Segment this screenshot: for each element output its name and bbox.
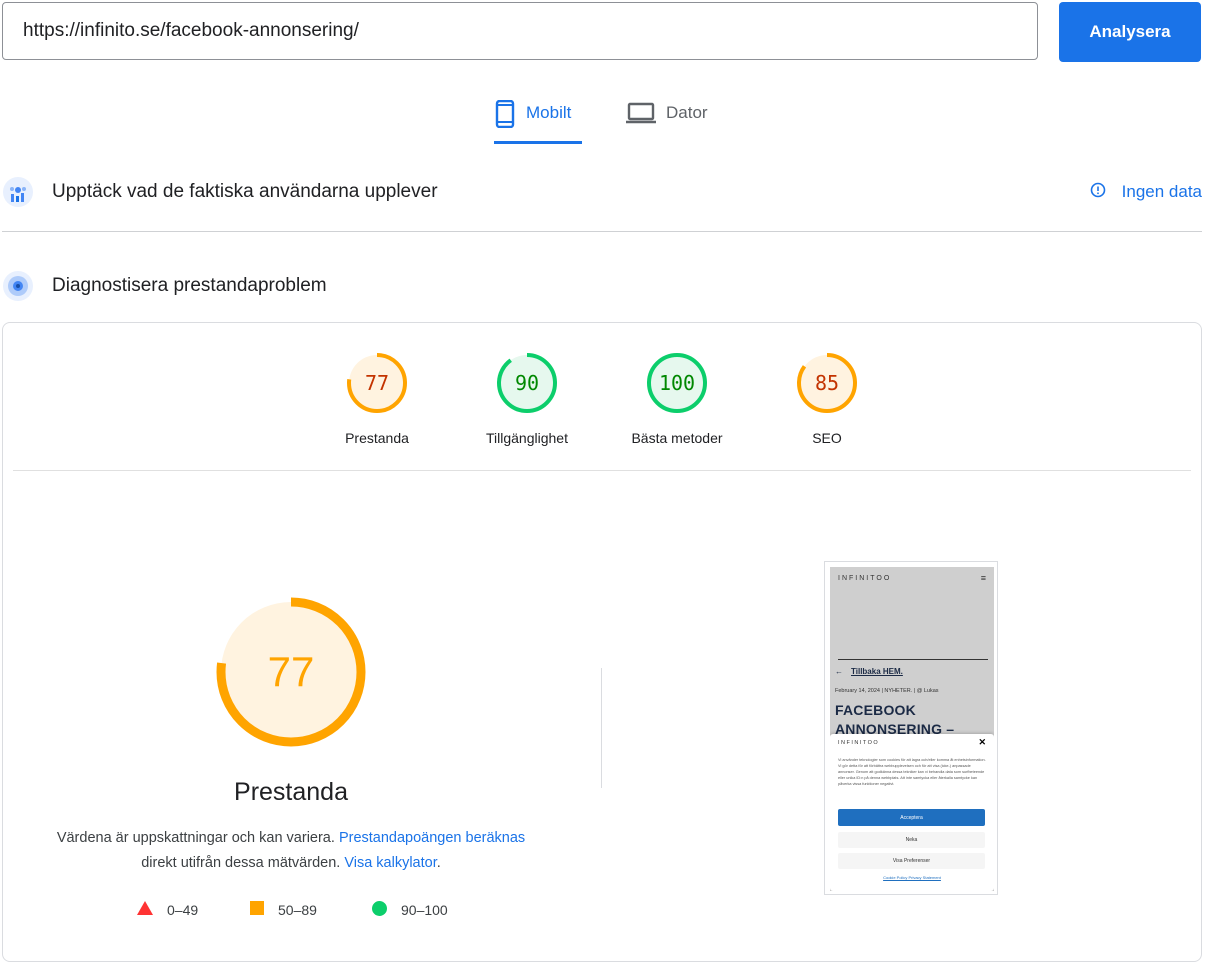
- score-gauge-accessibility[interactable]: 90 Tillgänglighet: [452, 352, 602, 446]
- url-input[interactable]: https://infinito.se/facebook-annonsering…: [2, 2, 1038, 60]
- legend-fail: 0–49: [137, 901, 198, 918]
- users-chart-icon: [3, 177, 33, 207]
- analyze-button[interactable]: Analysera: [1059, 2, 1201, 62]
- legend-average: 50–89: [250, 901, 317, 918]
- performance-label: Prestanda: [345, 430, 409, 446]
- triangle-icon: [137, 901, 153, 918]
- lab-data-title: Diagnostisera prestandaproblem: [52, 275, 327, 296]
- score-gauge-best-practices[interactable]: 100 Bästa metoder: [602, 352, 752, 446]
- thumb-meta: February 14, 2024 | NYHETER. | @ Lukas: [835, 688, 939, 694]
- legend-pass: 90–100: [372, 901, 448, 919]
- arrow-left-icon: ←: [835, 667, 843, 676]
- tab-desktop[interactable]: Dator: [626, 98, 708, 144]
- performance-score-value: 77: [365, 371, 389, 395]
- calculator-link[interactable]: Visa kalkylator: [344, 855, 436, 871]
- close-icon: ✕: [978, 737, 986, 747]
- best-practices-gauge-svg: 100: [647, 353, 707, 413]
- best-practices-label: Bästa metoder: [631, 430, 723, 446]
- cookie-accept-button: Acceptera: [838, 809, 985, 826]
- accessibility-score-value: 90: [515, 371, 539, 395]
- performance-gauge-svg: 77: [347, 353, 407, 413]
- seo-gauge-svg: 85: [797, 353, 857, 413]
- thumb-logo: INFINITOO: [838, 575, 892, 582]
- laptop-icon: [626, 100, 656, 131]
- best-practices-score-value: 100: [659, 371, 695, 395]
- thumb-back-link: ← Tillbaka HEM.: [835, 667, 903, 676]
- score-gauge-seo[interactable]: 85 SEO: [752, 352, 902, 446]
- thumb-divider: [838, 659, 988, 660]
- score-gauge-performance[interactable]: 77 Prestanda: [302, 352, 452, 446]
- performance-description: Värdena är uppskattningar och kan varier…: [56, 830, 526, 871]
- smartphone-icon: [494, 99, 516, 133]
- no-data-link[interactable]: Ingen data: [1090, 182, 1202, 203]
- field-data-section: Upptäck vad de faktiska användarna upple…: [0, 177, 1202, 207]
- performance-big-gauge: 77: [216, 597, 366, 747]
- score-calculation-link[interactable]: Prestandapoängen beräknas: [339, 830, 525, 846]
- tab-mobile[interactable]: Mobilt: [494, 98, 582, 144]
- section-divider: [2, 231, 1202, 232]
- seo-label: SEO: [812, 430, 842, 446]
- performance-title: Prestanda: [234, 778, 348, 806]
- diagnose-icon: [3, 271, 33, 301]
- scores-divider: [13, 470, 1191, 471]
- cookie-links: Cookie Policy Privacy Statement: [883, 875, 941, 880]
- hamburger-icon: ≡: [980, 573, 986, 583]
- cookie-text: Vi använder teknologier som cookies för …: [838, 758, 986, 786]
- tab-desktop-label: Dator: [666, 103, 708, 122]
- accessibility-gauge-svg: 90: [497, 353, 557, 413]
- tab-mobile-label: Mobilt: [526, 103, 572, 122]
- accessibility-label: Tillgänglighet: [486, 430, 568, 446]
- info-icon: [1090, 182, 1106, 203]
- cookie-prefs-button: Visa Preferenser: [838, 853, 985, 869]
- seo-score-value: 85: [815, 371, 839, 395]
- lab-data-section: Diagnostisera prestandaproblem: [0, 271, 1202, 301]
- performance-big-score: 77: [268, 648, 315, 695]
- vertical-divider: [601, 668, 602, 788]
- no-data-label: Ingen data: [1121, 182, 1202, 201]
- circle-icon: [372, 901, 387, 919]
- field-data-title: Upptäck vad de faktiska användarna upple…: [52, 181, 438, 202]
- page-screenshot: INFINITOO ≡ ← Tillbaka HEM. February 14, …: [824, 561, 998, 895]
- cookie-deny-button: Neka: [838, 832, 985, 848]
- cookie-logo: INFINITOO: [838, 740, 880, 746]
- square-icon: [250, 901, 264, 918]
- cookie-banner: INFINITOO ✕ Vi använder teknologier som …: [830, 734, 994, 891]
